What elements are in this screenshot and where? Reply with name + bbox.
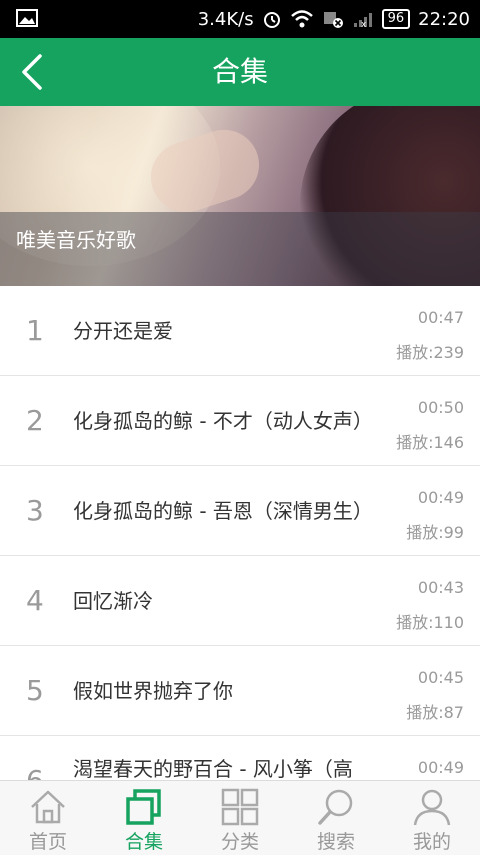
tab-label: 搜索 bbox=[316, 831, 355, 853]
song-index: 3 bbox=[26, 494, 44, 527]
song-title: 渴望春天的野百合 - 风小筝（高 bbox=[73, 757, 353, 780]
song-title: 化身孤岛的鲸 - 不才（动人女声） bbox=[73, 409, 373, 433]
song-play-count: 播放:146 bbox=[396, 433, 464, 452]
song-row[interactable]: 4 回忆渐冷 00:43 播放:110 bbox=[0, 556, 480, 646]
song-duration: 00:49 bbox=[417, 488, 464, 507]
status-bar: 3.4K/s x 96 22:20 bbox=[0, 0, 480, 38]
song-play-count: 播放:99 bbox=[406, 523, 464, 542]
app-header: 合集 bbox=[0, 38, 480, 106]
song-title: 回忆渐冷 bbox=[73, 589, 153, 613]
tab-collection[interactable]: 合集 bbox=[96, 781, 192, 855]
bottom-nav: 首页 合集 分类 搜索 我的 bbox=[0, 780, 480, 855]
tab-label: 分类 bbox=[220, 831, 259, 853]
svg-text:x: x bbox=[361, 20, 367, 29]
song-index: 1 bbox=[26, 314, 44, 347]
gallery-notification-icon bbox=[16, 9, 38, 27]
data-off-icon bbox=[323, 12, 343, 28]
song-index: 5 bbox=[26, 674, 44, 707]
song-row[interactable]: 5 假如世界抛弃了你 00:45 播放:87 bbox=[0, 646, 480, 736]
signal-icon: x bbox=[353, 13, 372, 29]
clock: 22:20 bbox=[418, 8, 470, 30]
song-list: 1 分开还是爱 00:47 播放:239 2 化身孤岛的鲸 - 不才（动人女声）… bbox=[0, 286, 480, 780]
page-title: 合集 bbox=[211, 55, 268, 88]
song-duration: 00:45 bbox=[417, 668, 464, 687]
song-duration: 00:43 bbox=[417, 578, 464, 597]
song-play-count: 播放:110 bbox=[396, 613, 464, 632]
song-duration: 00:49 bbox=[417, 758, 464, 777]
alarm-icon bbox=[263, 12, 280, 28]
user-icon bbox=[413, 789, 451, 826]
song-title: 分开还是爱 bbox=[73, 319, 173, 343]
song-index: 4 bbox=[26, 584, 44, 617]
tab-label: 我的 bbox=[412, 831, 451, 853]
tab-label: 首页 bbox=[28, 831, 67, 853]
song-index: 2 bbox=[26, 404, 44, 437]
song-play-count: 播放:239 bbox=[396, 343, 464, 362]
tab-home[interactable]: 首页 bbox=[0, 781, 96, 855]
song-row[interactable]: 2 化身孤岛的鲸 - 不才（动人女声） 00:50 播放:146 bbox=[0, 376, 480, 466]
song-row[interactable]: 1 分开还是爱 00:47 播放:239 bbox=[0, 286, 480, 376]
song-play-count: 播放:87 bbox=[406, 703, 464, 722]
song-row[interactable]: 3 化身孤岛的鲸 - 吾恩（深情男生） 00:49 播放:99 bbox=[0, 466, 480, 556]
tab-search[interactable]: 搜索 bbox=[288, 781, 384, 855]
song-title: 假如世界抛弃了你 bbox=[73, 679, 233, 703]
grid-icon bbox=[221, 788, 259, 826]
tab-profile[interactable]: 我的 bbox=[384, 781, 480, 855]
banner-caption-bar: 唯美音乐好歌 bbox=[0, 212, 480, 286]
battery-level: 96 bbox=[381, 9, 411, 29]
song-duration: 00:47 bbox=[417, 308, 464, 327]
search-icon bbox=[318, 789, 353, 825]
banner-caption: 唯美音乐好歌 bbox=[16, 228, 136, 252]
network-speed: 3.4K/s bbox=[197, 8, 254, 30]
song-duration: 00:50 bbox=[417, 398, 464, 417]
tab-category[interactable]: 分类 bbox=[192, 781, 288, 855]
song-row[interactable]: 6 渴望春天的野百合 - 风小筝（高 00:49 bbox=[0, 736, 480, 780]
wifi-icon bbox=[290, 10, 313, 28]
song-title: 化身孤岛的鲸 - 吾恩（深情男生） bbox=[73, 499, 373, 523]
collection-icon bbox=[126, 789, 161, 825]
home-icon bbox=[31, 790, 65, 824]
song-index: 6 bbox=[26, 736, 44, 780]
status-indicators: 3.4K/s x 96 22:20 bbox=[198, 0, 470, 38]
collection-banner[interactable]: 唯美音乐好歌 bbox=[0, 106, 480, 286]
tab-label: 合集 bbox=[124, 831, 163, 853]
